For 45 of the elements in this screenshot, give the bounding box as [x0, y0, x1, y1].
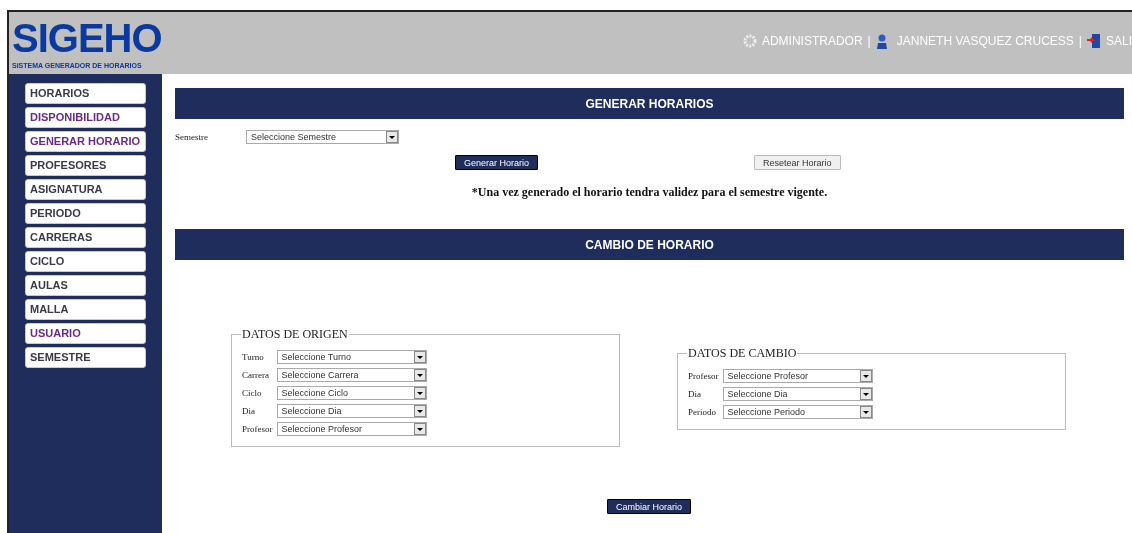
sidebar-item[interactable]: DISPONIBILIDAD [25, 107, 146, 128]
field-label: Ciclo [242, 388, 263, 398]
field-label: Dia [242, 406, 256, 416]
sidebar-item[interactable]: USUARIO [25, 323, 146, 344]
section-header: GENERAR HORARIOS [175, 88, 1124, 119]
field-label: Dia [688, 389, 702, 399]
sidebar-item[interactable]: PROFESORES [25, 155, 146, 176]
select-field[interactable]: Seleccione Ciclo [276, 386, 427, 400]
field-label: Periodo [688, 407, 717, 417]
sidebar-item[interactable]: MALLA [25, 299, 146, 320]
logo-title: SIGEHO [12, 17, 162, 58]
separator-text: | [1078, 34, 1082, 48]
sidebar-item[interactable]: AULAS [25, 275, 146, 296]
sidebar-item[interactable]: GENERAR HORARIO [25, 131, 146, 152]
role-text: ADMINISTRADOR [761, 34, 863, 48]
sidebar-item[interactable]: SEMESTRE [25, 347, 146, 368]
section-header: CAMBIO DE HORARIO [175, 229, 1124, 260]
reset-button[interactable]: Resetear Horario [754, 155, 841, 170]
sidebar-item[interactable]: PERIODO [25, 203, 146, 224]
select-field[interactable]: Seleccione Periodo [722, 405, 873, 419]
select-field[interactable]: Seleccione Profesor [722, 369, 873, 383]
group-legend: DATOS DE CAMBIO [687, 346, 798, 361]
select-field[interactable]: Seleccione Dia [722, 387, 873, 401]
notice-text: *Una vez generado el horario tendra validez para el semestre vigente. [470, 185, 829, 200]
group-legend: DATOS DE ORIGEN [241, 327, 349, 342]
sidebar-item[interactable]: ASIGNATURA [25, 179, 146, 200]
field-label: Carrera [242, 370, 270, 380]
select-field[interactable]: Seleccione Carrera [276, 368, 427, 382]
sidebar-item[interactable]: HORARIOS [25, 83, 146, 104]
separator-text: | [867, 34, 871, 48]
select-field[interactable]: Seleccione Semestre [246, 130, 399, 144]
gear-icon [742, 34, 757, 48]
select-field[interactable]: Seleccione Turno [276, 350, 427, 364]
generate-button[interactable]: Generar Horario [455, 155, 539, 170]
field-label: Semestre [175, 132, 209, 142]
user-icon [875, 33, 888, 49]
field-label: Profesor [688, 371, 719, 381]
sidebar-item[interactable]: CARRERAS [25, 227, 146, 248]
change-button[interactable]: Cambiar Horario [607, 499, 691, 514]
select-field[interactable]: Seleccione Dia [276, 404, 427, 418]
sidebar-item[interactable]: CICLO [25, 251, 146, 272]
select-field[interactable]: Seleccione Profesor [276, 422, 427, 436]
field-label: Profesor [242, 424, 273, 434]
door-icon[interactable] [1087, 33, 1101, 49]
field-label: Turno [242, 352, 265, 362]
